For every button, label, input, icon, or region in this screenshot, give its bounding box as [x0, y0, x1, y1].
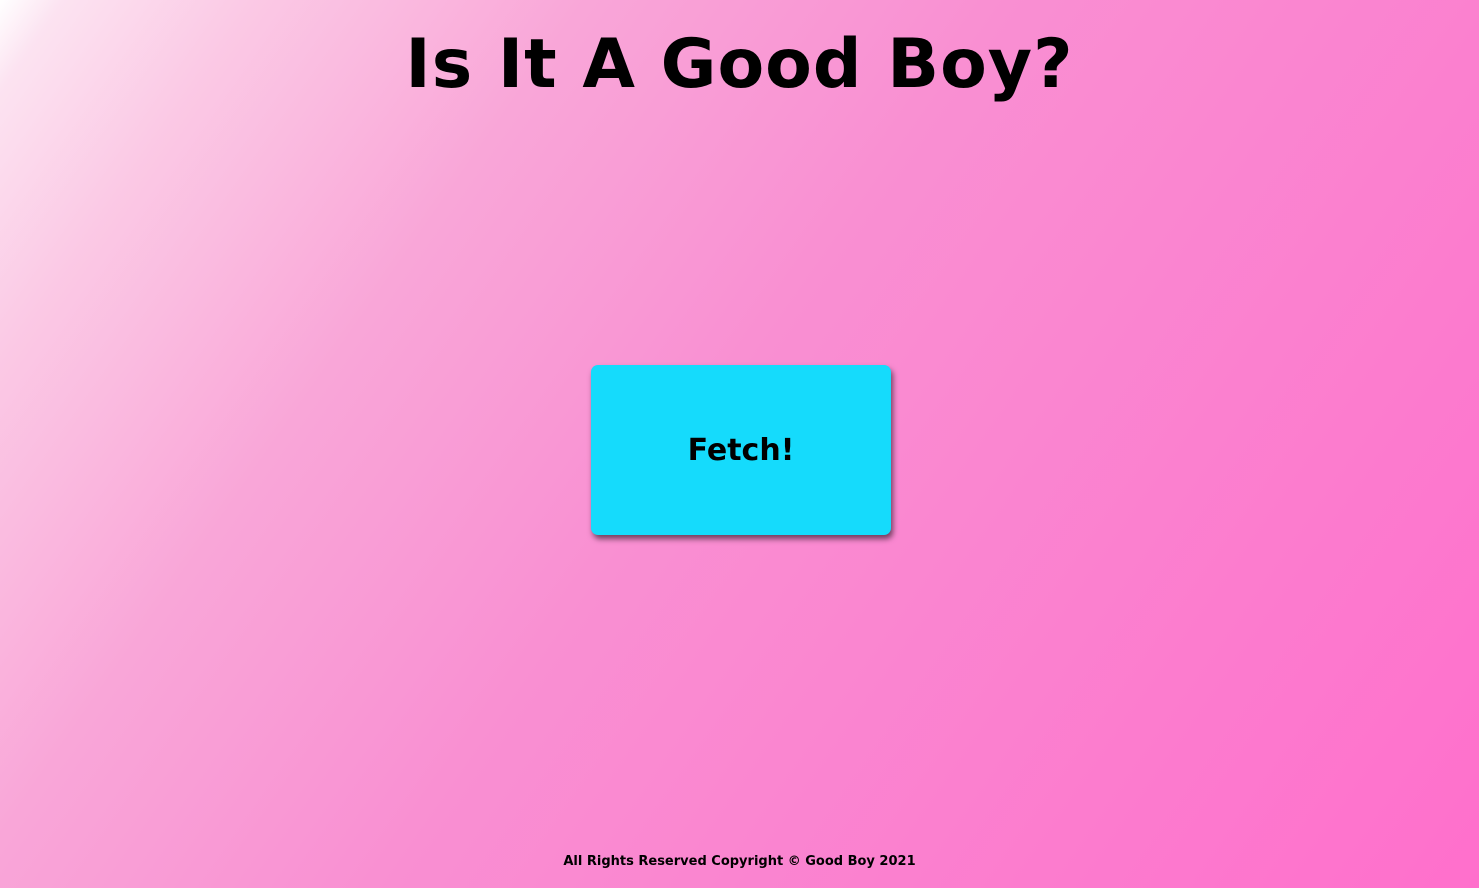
footer-copyright: All Rights Reserved Copyright © Good Boy…: [563, 854, 916, 869]
page-title: Is It A Good Boy?: [405, 25, 1074, 104]
fetch-button-label: Fetch!: [687, 432, 795, 468]
fetch-button[interactable]: Fetch!: [591, 365, 891, 535]
